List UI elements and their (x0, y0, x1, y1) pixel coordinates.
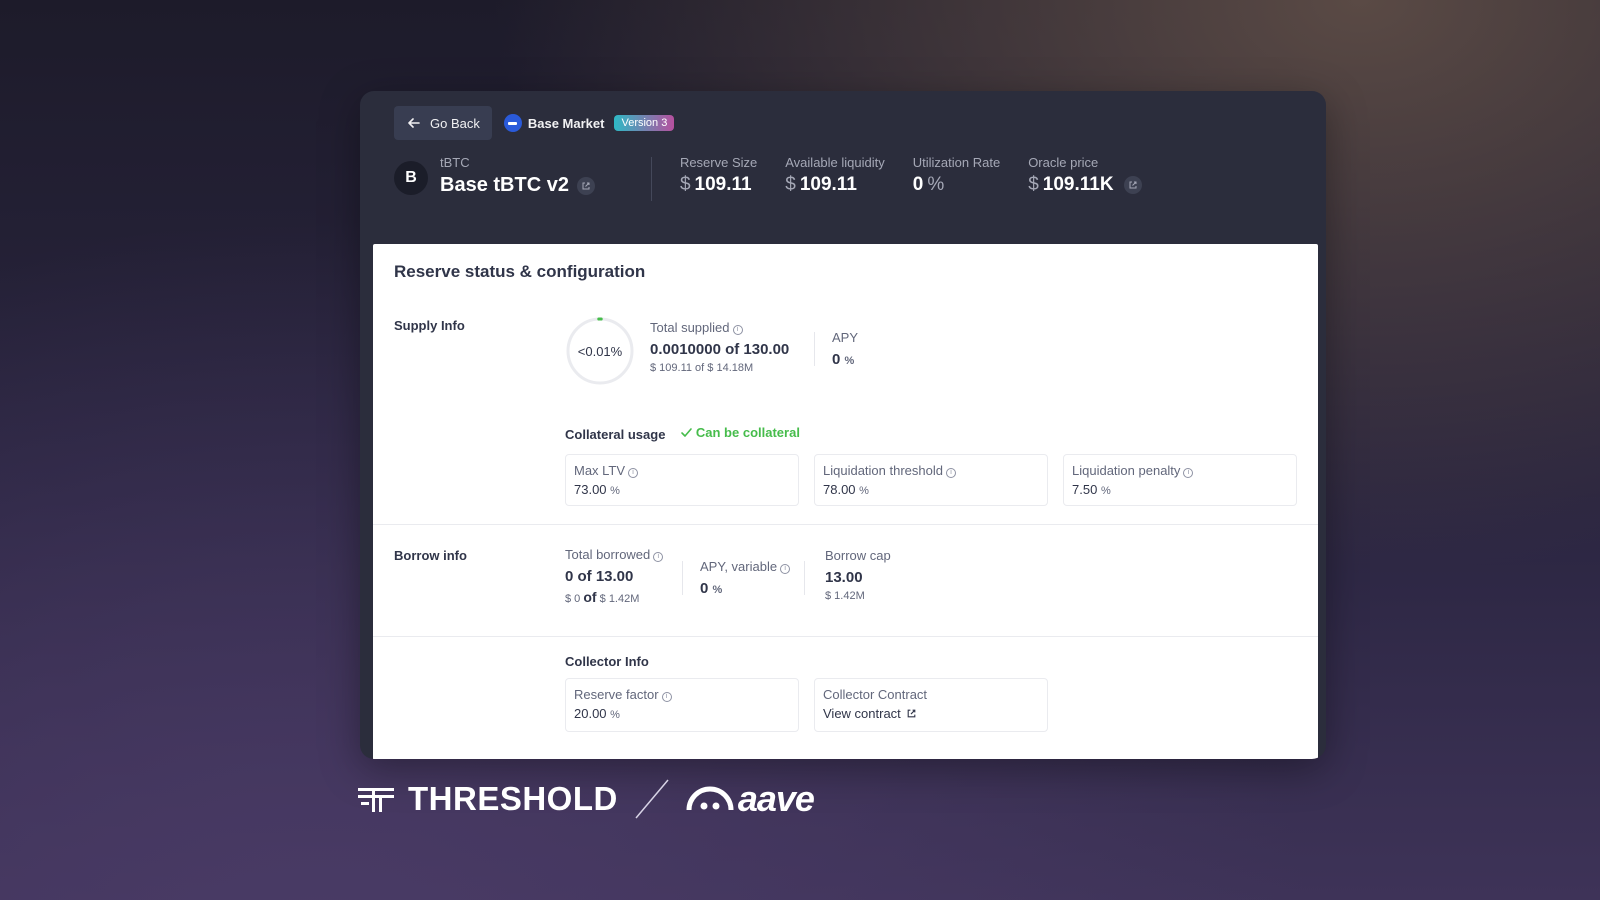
info-icon[interactable]: i (628, 468, 639, 478)
reserve-page: Go Back Base Market Version 3 B tBTC Bas… (360, 91, 1326, 759)
reserve-factor-label: Reserve factor i (574, 687, 790, 702)
go-back-button[interactable]: Go Back (394, 106, 492, 140)
total-supplied-label: Total supplied i (650, 320, 789, 335)
version-badge: Version 3 (614, 115, 675, 131)
info-icon[interactable]: i (945, 468, 956, 478)
aave-ghost-icon (686, 786, 734, 811)
header-divider (650, 157, 652, 201)
panel-title: Reserve status & configuration (394, 262, 646, 281)
borrow-apy-value: 0 % (700, 580, 723, 597)
total-supplied-value: 0.0010000 of 130.00 (650, 341, 790, 358)
liquidation-threshold-label: Liquidation threshold i (823, 463, 1039, 478)
view-contract-link[interactable]: View contract (823, 706, 917, 721)
supply-cap-percent: <0.01% (577, 343, 623, 359)
divider (682, 561, 683, 595)
external-link-icon[interactable] (576, 176, 595, 195)
max-ltv-value: 73.00 % (574, 482, 620, 497)
info-icon[interactable]: i (732, 325, 743, 335)
asset-header: B tBTC Base tBTC v2 Reserve Size $109.11… (394, 155, 1170, 201)
topbar: Go Back Base Market Version 3 (394, 106, 675, 140)
total-borrowed-usd: $ 0 of $ 1.42M (565, 589, 640, 605)
stat-label: Utilization Rate (912, 155, 1001, 170)
borrow-cap-label: Borrow cap (825, 548, 891, 563)
go-back-label: Go Back (430, 115, 480, 131)
info-icon[interactable]: i (1183, 468, 1194, 478)
liquidation-threshold-value: 78.00 % (823, 482, 869, 497)
liquidation-threshold-card: Liquidation threshold i 78.00 % (814, 454, 1048, 506)
tbtc-logo-icon: B (394, 161, 428, 195)
stat-label: Oracle price (1028, 155, 1099, 170)
stat-value: $109.11K (1028, 174, 1142, 196)
divider-slash (635, 779, 669, 819)
external-link-icon (907, 709, 916, 718)
collateral-usage-label: Collateral usage (565, 427, 666, 442)
supply-apy-label: APY (832, 330, 859, 345)
stat-available-liquidity: Available liquidity $109.11 (785, 155, 885, 196)
stat-label: Reserve Size (679, 155, 758, 170)
supply-info-label: Supply Info (394, 318, 465, 333)
asset-symbol: tBTC (440, 155, 470, 170)
liquidation-penalty-label: Liquidation penalty i (1072, 463, 1288, 478)
supply-apy: APY 0 % (832, 330, 858, 368)
info-icon[interactable]: i (780, 564, 791, 574)
stat-label: Available liquidity (785, 155, 885, 170)
threshold-logo-icon (358, 788, 394, 812)
collector-info-label: Collector Info (565, 654, 649, 669)
collateral-usage: Collateral usage Can be collateral (565, 425, 800, 444)
asset-names: tBTC Base tBTC v2 (440, 155, 595, 197)
reserve-config-panel: Reserve status & configuration Supply In… (373, 244, 1318, 759)
info-icon[interactable]: i (661, 692, 672, 702)
collector-contract-card: Collector Contract View contract (814, 678, 1048, 732)
stat-oracle-price: Oracle price $109.11K (1028, 155, 1142, 196)
borrow-apy: APY, variable i 0 % (700, 559, 791, 597)
base-network-icon (503, 114, 522, 132)
oracle-external-link-icon[interactable] (1123, 176, 1142, 194)
total-supplied: Total supplied i 0.0010000 of 130.00 $ 10… (650, 320, 789, 374)
divider (804, 561, 805, 595)
collector-contract-label: Collector Contract (823, 687, 928, 702)
collateral-status: Can be collateral (680, 425, 800, 440)
borrow-info-label: Borrow info (394, 548, 467, 563)
total-borrowed-value: 0 of 13.00 (565, 568, 634, 585)
aave-wordmark: aave (737, 778, 815, 819)
section-divider (373, 636, 1318, 637)
stat-reserve-size: Reserve Size $109.11 (680, 155, 757, 196)
asset-name: Base tBTC v2 (440, 174, 595, 197)
check-icon (681, 428, 692, 437)
max-ltv-label: Max LTV i (574, 463, 790, 478)
footer-branding: THRESHOLD aave (358, 778, 815, 820)
asset-name-text: Base tBTC v2 (440, 174, 569, 196)
section-divider (373, 524, 1318, 525)
stat-utilization-rate: Utilization Rate 0% (913, 155, 1000, 196)
market-name: Base Market (527, 115, 605, 131)
borrow-cap-value: 13.00 (825, 569, 863, 586)
stat-value: 0% (912, 174, 945, 195)
reserve-factor-value: 20.00 % (574, 706, 620, 721)
supply-apy-value: 0 % (832, 351, 855, 368)
total-borrowed: Total borrowed i 0 of 13.00 $ 0 of $ 1.42… (565, 547, 664, 605)
reserve-factor-card: Reserve factor i 20.00 % (565, 678, 799, 732)
max-ltv-card: Max LTV i 73.00 % (565, 454, 799, 506)
liquidation-penalty-value: 7.50 % (1072, 482, 1111, 497)
borrow-cap: Borrow cap 13.00 $ 1.42M (825, 548, 891, 602)
borrow-apy-label: APY, variable i (700, 559, 791, 574)
info-icon[interactable]: i (653, 552, 664, 562)
arrow-left-icon (408, 118, 420, 128)
aave-logo: aave (686, 778, 815, 820)
divider (814, 332, 815, 366)
total-supplied-usd: $ 109.11 of $ 14.18M (650, 362, 754, 374)
stat-value: $109.11 (785, 174, 857, 195)
stat-value: $109.11 (679, 174, 752, 195)
liquidation-penalty-card: Liquidation penalty i 7.50 % (1063, 454, 1297, 506)
market-selector[interactable]: Base Market Version 3 (503, 114, 675, 132)
total-borrowed-label: Total borrowed i (565, 547, 664, 562)
borrow-cap-usd: $ 1.42M (825, 590, 865, 602)
threshold-wordmark: THRESHOLD (408, 780, 618, 817)
